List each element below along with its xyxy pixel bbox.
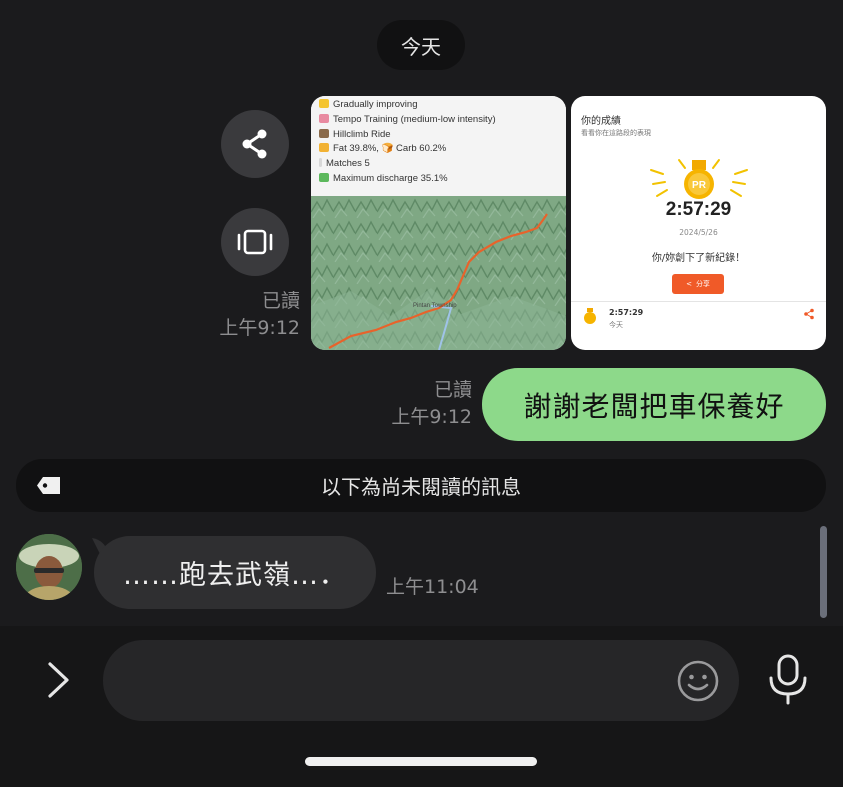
share-icon [242, 129, 267, 159]
stats-line: Hillclimb Ride [319, 128, 496, 143]
voice-button[interactable] [766, 652, 810, 708]
pr-message: 你/妳創下了新紀錄！ [651, 253, 746, 264]
avatar-image [16, 534, 82, 600]
received-message-time: 上午11:04 [386, 576, 479, 598]
scrollbar[interactable] [820, 526, 827, 618]
sent-message-text: 謝謝老闆把車保養好 [523, 389, 785, 423]
home-indicator[interactable] [305, 757, 537, 766]
share-small-icon[interactable] [803, 308, 815, 320]
stats-line: Tempo Training (medium-low intensity) [319, 113, 496, 128]
match-icon [319, 158, 322, 168]
slideshow-icon [237, 229, 273, 255]
ride-stats-image[interactable]: Gradually improving Tempo Training (medi… [311, 96, 566, 350]
medal-small-icon [584, 308, 596, 324]
pr-share-label: 分享 [695, 280, 710, 288]
message-time: 上午9:12 [219, 317, 300, 339]
pr-card-title: 你的成績 [581, 116, 621, 127]
emoji-button[interactable] [676, 659, 720, 703]
date-label: 今天 [401, 34, 441, 59]
stats-list: Gradually improving Tempo Training (medi… [319, 98, 496, 187]
stats-line: Maximum discharge 35.1% [319, 172, 496, 187]
sent-message-meta: 已讀 上午9:12 [372, 377, 472, 431]
cheese-icon [319, 143, 329, 153]
pr-footer-time: 2:57:29 [609, 308, 644, 317]
pr-badge-text: PR [692, 180, 707, 191]
stats-line: Gradually improving [319, 98, 496, 113]
pr-date: 2024/5/26 [679, 228, 718, 237]
smiley-icon [677, 660, 719, 702]
image-message-meta: 已讀 上午9:12 [200, 288, 300, 342]
date-separator: 今天 [377, 20, 465, 70]
sent-message-bubble[interactable]: 謝謝老闆把車保養好 [482, 368, 826, 441]
received-message-bubble[interactable]: ……跑去武嶺…． [94, 536, 376, 609]
chevron-right-icon [48, 662, 69, 698]
pr-footer-day: 今天 [609, 321, 623, 329]
unread-divider: 以下為尚未閱讀的訊息 [16, 459, 826, 512]
map-place-label: Pintan Township [413, 303, 457, 309]
view-album-button[interactable] [221, 208, 289, 276]
avatar[interactable] [16, 534, 82, 600]
route-map: Pintan Township [311, 196, 566, 350]
received-message-text: ……跑去武嶺…． [123, 560, 347, 591]
pr-card-subtitle: 看看你在這路段的表現 [581, 129, 651, 137]
expand-menu-button[interactable] [44, 660, 72, 700]
message-time: 上午9:12 [391, 406, 472, 428]
share-icon: < [686, 280, 692, 288]
smile-icon [319, 99, 329, 108]
stats-line: Matches 5 [319, 157, 496, 172]
pr-footer: 2:57:29 今天 [571, 301, 826, 350]
stats-line: Fat 39.8%, 🍞 Carb 60.2% [319, 142, 496, 157]
pr-result-image[interactable]: 你的成績 看看你在這路段的表現 PR 2:57:29 2024/5/26 你/妳… [571, 96, 826, 350]
read-status: 已讀 [261, 290, 300, 312]
pr-medal-icon: PR [650, 159, 748, 199]
unread-divider-text: 以下為尚未閱讀的訊息 [321, 475, 521, 499]
pr-share-button[interactable]: < 分享 [672, 274, 724, 294]
pig-icon [319, 113, 329, 123]
microphone-icon [769, 654, 807, 705]
message-input[interactable] [103, 640, 739, 721]
pr-time: 2:57:29 [665, 199, 732, 220]
share-button[interactable] [221, 110, 289, 178]
mountain-icon [319, 128, 329, 138]
battery-icon [319, 172, 329, 182]
read-status: 已讀 [433, 379, 472, 401]
